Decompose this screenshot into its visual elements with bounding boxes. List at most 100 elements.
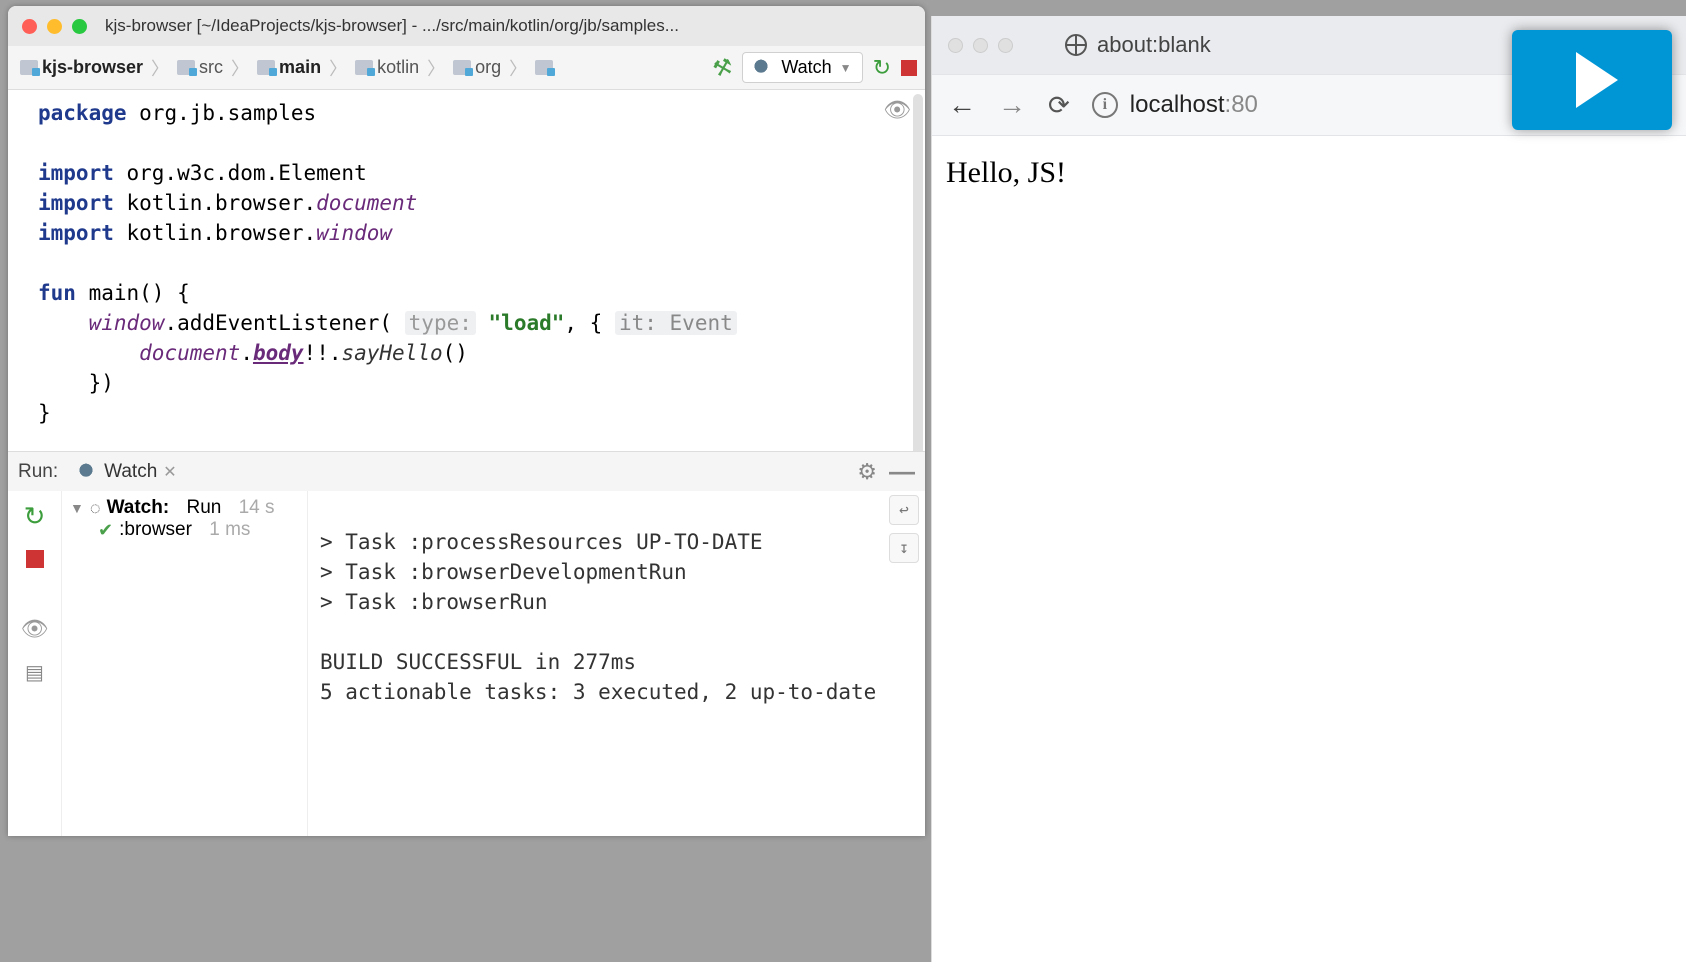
hide-panel-icon[interactable]: — [889,456,915,487]
breadcrumb-org[interactable]: org [449,55,505,80]
property: document [316,191,417,215]
traffic-lights [22,19,87,34]
scroll-to-end-icon[interactable]: ↧ [889,533,919,563]
soft-wrap-icon[interactable]: ↩ [889,495,919,525]
site-info-icon[interactable]: i [1092,92,1118,118]
folder-icon [257,60,275,75]
stop-icon[interactable] [26,550,44,568]
keyword: import [38,221,114,245]
forward-icon[interactable]: → [998,89,1026,121]
zoom-window-icon[interactable] [72,19,87,34]
keyword: package [38,101,127,125]
show-icon[interactable]: 👁 [21,616,49,642]
breadcrumb-src[interactable]: src [173,55,227,80]
layout-icon[interactable]: ▤ [25,660,44,685]
param-hint: it: Event [615,311,737,335]
breadcrumb-root[interactable]: kjs-browser [16,55,147,80]
run-side-toolbar: ↻ 👁 ▤ [8,491,62,836]
chevron-right-icon: 〉 [427,55,445,81]
folder-icon [535,60,553,75]
progress-icon: ◌ [90,498,101,519]
console-line: BUILD SUCCESSFUL in 277ms [320,650,636,674]
string: "load" [489,311,565,335]
code-text: }) [38,368,925,398]
run-toolwindow-header: Run: Watch ✕ ⚙ — [8,451,925,491]
minimize-window-icon[interactable] [47,19,62,34]
reload-icon[interactable]: ⟳ [1048,90,1070,121]
run-config-label: Watch [781,57,831,78]
browser-window: about:blank ← → ⟳ i localhost:80 Hello, … [931,16,1686,962]
stop-icon[interactable] [901,60,917,76]
close-window-icon[interactable] [22,19,37,34]
console-output[interactable]: > Task :processResources UP-TO-DATE > Ta… [308,491,925,836]
folder-icon [453,60,471,75]
property: window [316,221,392,245]
run-config-combo[interactable]: Watch ▼ [742,52,862,83]
back-icon[interactable]: ← [948,89,976,121]
folder-icon [20,60,38,75]
breadcrumb-label: src [199,57,223,78]
breadcrumb-more[interactable] [531,58,557,77]
window-title: kjs-browser [~/IdeaProjects/kjs-browser]… [105,16,911,36]
code-text: . [240,341,253,365]
code-text: org.jb.samples [127,101,317,125]
close-icon[interactable]: ✕ [163,462,176,482]
console-tools: ↩ ↧ [889,495,919,563]
tree-time: 1 ms [209,519,250,541]
keyword: import [38,191,114,215]
chevron-right-icon: 〉 [231,55,249,81]
breadcrumb-label: main [279,57,321,78]
minimize-window-icon[interactable] [973,38,988,53]
tree-label: :browser [119,519,192,541]
tree-root[interactable]: ▼ ◌ Watch: Run 14 s [70,497,299,519]
play-overlay-button[interactable] [1512,30,1672,130]
build-icon[interactable]: ⚒ [710,52,736,82]
folder-icon [177,60,195,75]
chevron-right-icon: 〉 [151,55,169,81]
property: body [253,341,304,365]
zoom-window-icon[interactable] [998,38,1013,53]
check-icon: ✔ [98,520,113,541]
code-text: } [38,398,925,428]
chevron-down-icon: ▼ [840,61,852,75]
code-text: main() { [76,281,190,305]
run-panel: ↻ 👁 ▤ ▼ ◌ Watch: Run 14 s ✔ :browser 1 m… [8,491,925,836]
tree-label: Run [186,497,221,519]
globe-icon [1065,34,1087,56]
run-tab-watch[interactable]: Watch ✕ [70,457,185,487]
gradle-icon [78,463,98,481]
gear-icon[interactable]: ⚙ [857,459,877,485]
param-hint: type: [409,311,472,335]
breadcrumb-kotlin[interactable]: kotlin [351,55,423,80]
reader-mode-icon[interactable]: 👁 [883,96,911,126]
traffic-lights [948,38,1013,53]
call: sayHello [341,341,442,365]
tree-label: Watch: [107,497,170,519]
code-text: !!. [304,341,342,365]
indent [38,311,89,335]
code-text: kotlin.browser. [114,191,316,215]
code-text: , { [564,311,615,335]
gradle-icon [753,59,773,77]
property: window [89,311,165,335]
browser-tab[interactable]: about:blank [1065,32,1211,58]
toolbar-right: ⚒ Watch ▼ ↻ [713,52,917,83]
code-editor[interactable]: 👁 package org.jb.samples import org.w3c.… [8,90,925,451]
tree-child-browser[interactable]: ✔ :browser 1 ms [98,519,299,541]
close-window-icon[interactable] [948,38,963,53]
keyword: import [38,161,114,185]
vertical-scrollbar[interactable] [913,94,923,451]
rerun-icon[interactable]: ↻ [873,55,891,81]
breadcrumb-main[interactable]: main [253,55,325,80]
code-text: () [443,341,468,365]
tab-title: about:blank [1097,32,1211,58]
toolbar: kjs-browser 〉 src 〉 main 〉 kotlin 〉 org … [8,46,925,90]
chevron-down-icon: ▼ [70,500,84,516]
console-line: > Task :browserRun [320,590,548,614]
run-tree[interactable]: ▼ ◌ Watch: Run 14 s ✔ :browser 1 ms [62,491,308,836]
console-line: 5 actionable tasks: 3 executed, 2 up-to-… [320,680,876,704]
breadcrumb-label: kjs-browser [42,57,143,78]
titlebar: kjs-browser [~/IdeaProjects/kjs-browser]… [8,6,925,46]
code-text: .addEventListener( [164,311,404,335]
rerun-icon[interactable]: ↻ [24,501,46,532]
